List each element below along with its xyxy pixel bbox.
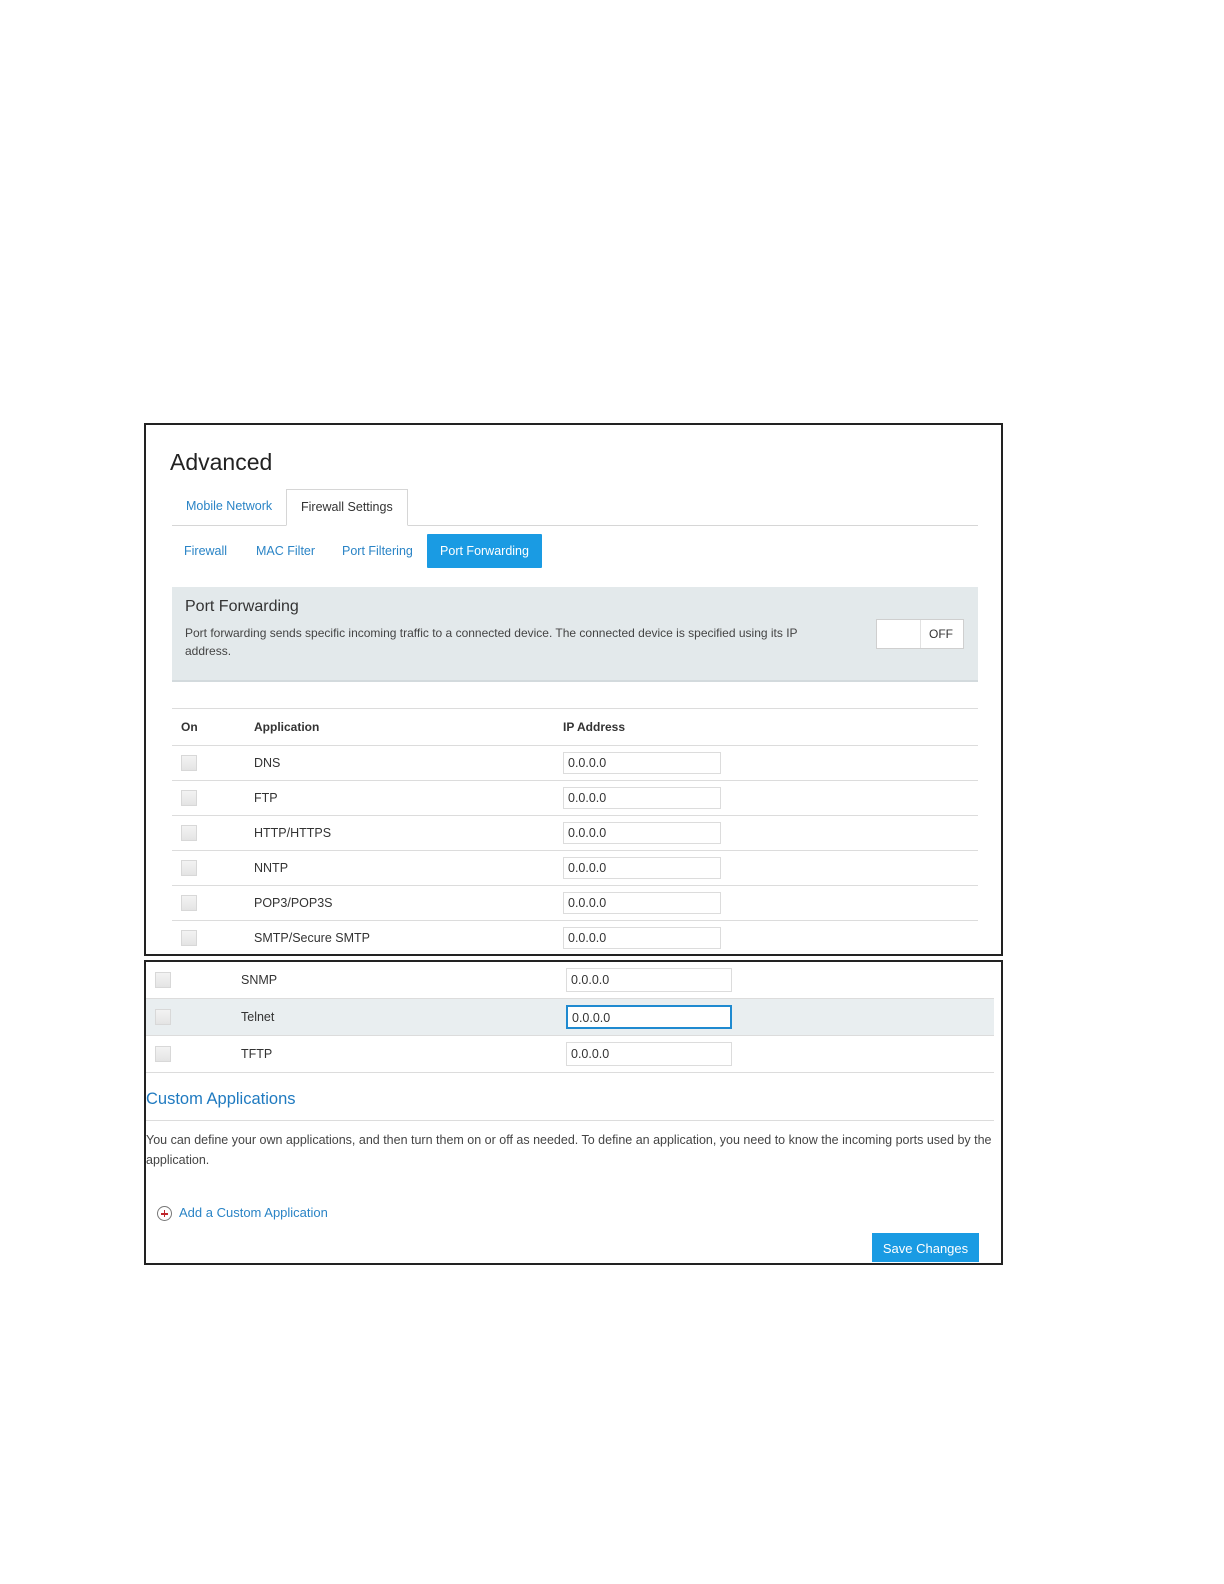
ip-address-input[interactable]: 0.0.0.0 xyxy=(563,787,721,809)
applications-table: On Application IP Address DNS 0.0.0.0 FT… xyxy=(172,708,978,955)
ip-address-input[interactable]: 0.0.0.0 xyxy=(566,1005,732,1029)
application-name: HTTP/HTTPS xyxy=(254,815,563,851)
port-forwarding-title: Port Forwarding xyxy=(185,598,299,615)
ip-address-input[interactable]: 0.0.0.0 xyxy=(563,857,721,879)
row-checkbox[interactable] xyxy=(181,790,197,806)
table-header-row: On Application IP Address xyxy=(172,708,978,746)
row-checkbox[interactable] xyxy=(155,1046,171,1062)
subtab-port-filtering[interactable]: Port Filtering xyxy=(342,534,413,568)
port-forwarding-panel: Port Forwarding Port forwarding sends sp… xyxy=(172,587,978,682)
ip-address-input[interactable]: 0.0.0.0 xyxy=(563,927,721,949)
page-title: Advanced xyxy=(170,449,273,475)
table-row: Telnet 0.0.0.0 xyxy=(146,998,994,1036)
settings-frame-top: Advanced Mobile Network Firewall Setting… xyxy=(144,423,1003,956)
tab-firewall-settings[interactable]: Firewall Settings xyxy=(286,489,408,526)
application-name: POP3/POP3S xyxy=(254,885,563,921)
application-name: SNMP xyxy=(241,962,566,999)
divider xyxy=(146,1120,994,1121)
custom-applications-title: Custom Applications xyxy=(146,1090,296,1108)
ip-address-input[interactable]: 0.0.0.0 xyxy=(563,822,721,844)
ip-address-input[interactable]: 0.0.0.0 xyxy=(566,968,732,992)
settings-frame-bottom: SNMP 0.0.0.0 Telnet 0.0.0.0 TFTP 0.0.0.0… xyxy=(144,960,1003,1265)
tab-mobile-network[interactable]: Mobile Network xyxy=(172,489,286,525)
add-custom-application-link[interactable]: Add a Custom Application xyxy=(157,1205,328,1222)
applications-table-continued: SNMP 0.0.0.0 Telnet 0.0.0.0 TFTP 0.0.0.0 xyxy=(146,962,994,1073)
application-name: SMTP/Secure SMTP xyxy=(254,931,370,945)
subtab-port-forwarding[interactable]: Port Forwarding xyxy=(427,534,542,568)
port-forwarding-toggle[interactable]: OFF xyxy=(876,619,964,649)
subtab-firewall[interactable]: Firewall xyxy=(184,534,227,568)
column-header-on: On xyxy=(172,708,254,746)
add-custom-application-label: Add a Custom Application xyxy=(179,1205,328,1220)
row-checkbox[interactable] xyxy=(181,825,197,841)
application-name: Telnet xyxy=(241,998,566,1036)
column-header-ip-address: IP Address xyxy=(563,708,978,746)
row-checkbox[interactable] xyxy=(155,1009,171,1025)
main-tabs: Mobile Network Firewall Settings xyxy=(172,489,978,526)
table-row: TFTP 0.0.0.0 xyxy=(146,1035,994,1073)
toggle-state-label: OFF xyxy=(929,627,953,641)
toggle-knob xyxy=(877,620,921,648)
row-checkbox[interactable] xyxy=(181,895,197,911)
subtab-mac-filter[interactable]: MAC Filter xyxy=(256,534,315,568)
application-name: TFTP xyxy=(241,1035,566,1073)
table-row: NNTP 0.0.0.0 xyxy=(172,850,978,886)
row-checkbox[interactable] xyxy=(181,860,197,876)
custom-applications-description: You can define your own applications, an… xyxy=(146,1133,992,1167)
table-row: POP3/POP3S 0.0.0.0 xyxy=(172,885,978,921)
row-checkbox[interactable] xyxy=(181,930,197,946)
table-row: FTP 0.0.0.0 xyxy=(172,780,978,816)
row-checkbox[interactable] xyxy=(155,972,171,988)
row-checkbox[interactable] xyxy=(181,755,197,771)
column-header-application: Application xyxy=(254,708,563,746)
application-name: DNS xyxy=(254,745,563,781)
ip-address-input[interactable]: 0.0.0.0 xyxy=(566,1042,732,1066)
ip-address-input[interactable]: 0.0.0.0 xyxy=(563,892,721,914)
application-name: NNTP xyxy=(254,850,563,886)
ip-address-input[interactable]: 0.0.0.0 xyxy=(563,752,721,774)
port-forwarding-description: Port forwarding sends specific incoming … xyxy=(185,626,798,658)
application-name: FTP xyxy=(254,780,563,816)
table-row: SNMP 0.0.0.0 xyxy=(146,962,994,999)
table-row: HTTP/HTTPS 0.0.0.0 xyxy=(172,815,978,851)
add-icon xyxy=(157,1206,172,1222)
save-changes-button[interactable]: Save Changes xyxy=(872,1233,979,1262)
table-row: SMTP/Secure SMTP 0.0.0.0 xyxy=(172,921,978,956)
table-row: DNS 0.0.0.0 xyxy=(172,745,978,781)
